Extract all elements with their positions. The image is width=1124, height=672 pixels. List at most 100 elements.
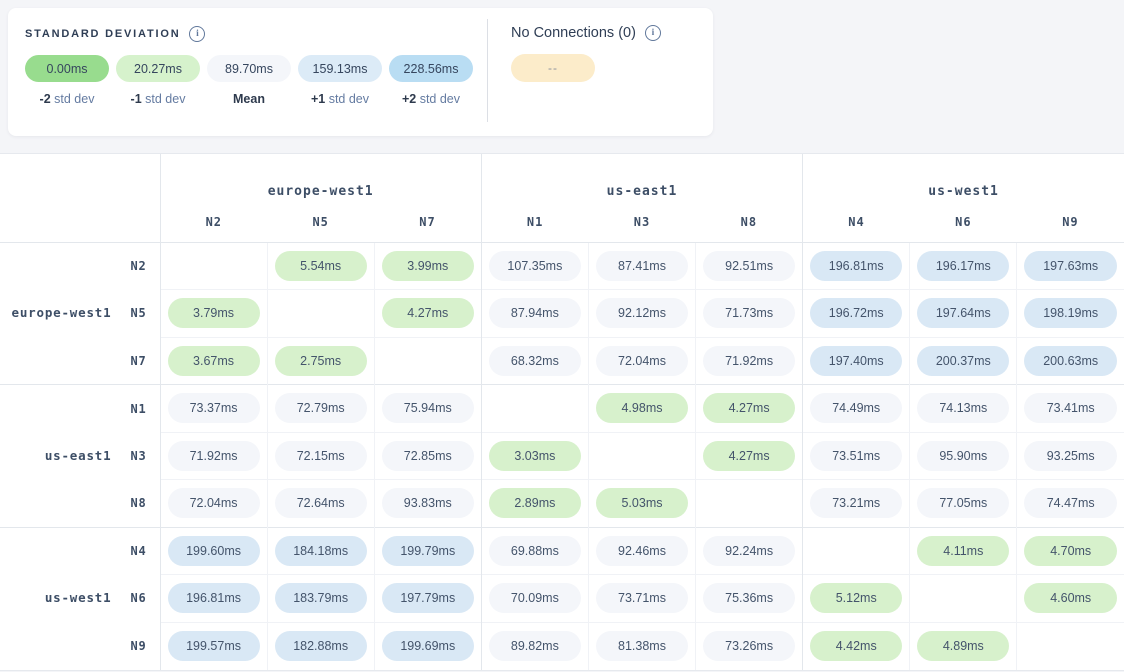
latency-pill[interactable]: 68.32ms (489, 346, 581, 376)
latency-pill[interactable]: 4.98ms (596, 393, 688, 423)
latency-pill[interactable]: 71.73ms (703, 298, 795, 328)
column-node-header: N9 (1017, 202, 1124, 242)
latency-pill[interactable]: 197.79ms (382, 583, 474, 613)
latency-pill[interactable]: 3.79ms (168, 298, 260, 328)
matrix-cell: 92.51ms (696, 242, 803, 290)
latency-pill[interactable]: 107.35ms (489, 251, 581, 281)
latency-pill[interactable]: 93.83ms (382, 488, 474, 518)
latency-pill[interactable]: 182.88ms (275, 631, 367, 661)
latency-pill[interactable]: 196.72ms (810, 298, 902, 328)
latency-pill[interactable]: 199.69ms (382, 631, 474, 661)
latency-pill[interactable]: 70.09ms (489, 583, 581, 613)
row-region-label: europe-west1 (12, 305, 112, 320)
matrix-cell: 197.64ms (910, 290, 1017, 338)
latency-pill[interactable]: 73.51ms (810, 441, 902, 471)
latency-pill[interactable]: 87.94ms (489, 298, 581, 328)
latency-pill[interactable]: 183.79ms (275, 583, 367, 613)
matrix-cell: 75.36ms (696, 575, 803, 623)
latency-pill[interactable]: 4.70ms (1024, 536, 1117, 566)
latency-pill[interactable]: 74.47ms (1024, 488, 1117, 518)
matrix-cell: 92.12ms (588, 290, 695, 338)
latency-pill[interactable]: 3.67ms (168, 346, 260, 376)
row-node-label: N6 (130, 591, 146, 605)
matrix-cell: 72.15ms (267, 432, 374, 480)
latency-pill[interactable]: 2.75ms (275, 346, 367, 376)
latency-pill[interactable]: 89.82ms (489, 631, 581, 661)
latency-pill[interactable]: 199.79ms (382, 536, 474, 566)
latency-pill[interactable]: 75.36ms (703, 583, 795, 613)
latency-pill[interactable]: 4.11ms (917, 536, 1009, 566)
latency-pill[interactable]: 200.63ms (1024, 346, 1117, 376)
latency-pill[interactable]: 72.15ms (275, 441, 367, 471)
latency-pill[interactable]: 73.21ms (810, 488, 902, 518)
latency-pill[interactable]: 87.41ms (596, 251, 688, 281)
matrix-cell: 74.13ms (910, 385, 1017, 433)
latency-pill[interactable]: 92.24ms (703, 536, 795, 566)
latency-pill[interactable]: 4.27ms (703, 393, 795, 423)
latency-pill[interactable]: 5.03ms (596, 488, 688, 518)
latency-pill[interactable]: 71.92ms (168, 441, 260, 471)
latency-pill[interactable]: 2.89ms (489, 488, 581, 518)
latency-pill[interactable]: 92.46ms (596, 536, 688, 566)
latency-pill[interactable]: 4.27ms (703, 441, 795, 471)
column-node-header: N6 (910, 202, 1017, 242)
latency-pill[interactable]: 200.37ms (917, 346, 1009, 376)
matrix-cell: 3.03ms (481, 432, 588, 480)
latency-pill[interactable]: 5.12ms (810, 583, 902, 613)
latency-pill[interactable]: 81.38ms (596, 631, 688, 661)
matrix-cell: 89.82ms (481, 622, 588, 670)
latency-pill[interactable]: 72.04ms (168, 488, 260, 518)
row-node-label: N4 (130, 544, 146, 558)
latency-pill[interactable]: 74.49ms (810, 393, 902, 423)
latency-pill[interactable]: 4.42ms (810, 631, 902, 661)
latency-pill[interactable]: 4.89ms (917, 631, 1009, 661)
latency-pill[interactable]: 73.71ms (596, 583, 688, 613)
latency-pill[interactable]: 4.60ms (1024, 583, 1117, 613)
latency-pill[interactable]: 71.92ms (703, 346, 795, 376)
latency-pill[interactable]: 3.99ms (382, 251, 474, 281)
latency-pill[interactable]: 72.85ms (382, 441, 474, 471)
self-cell (1017, 622, 1124, 670)
info-icon[interactable]: i (645, 25, 661, 41)
latency-pill[interactable]: 198.19ms (1024, 298, 1117, 328)
info-icon[interactable]: i (189, 26, 205, 42)
latency-pill[interactable]: 199.57ms (168, 631, 260, 661)
matrix-cell: 197.63ms (1017, 242, 1124, 290)
latency-pill[interactable]: 92.51ms (703, 251, 795, 281)
latency-pill[interactable]: 3.03ms (489, 441, 581, 471)
no-connections-label: No Connections (0) (511, 25, 636, 41)
latency-pill[interactable]: 72.79ms (275, 393, 367, 423)
latency-pill[interactable]: 74.13ms (917, 393, 1009, 423)
latency-pill[interactable]: 77.05ms (917, 488, 1009, 518)
latency-pill[interactable]: 92.12ms (596, 298, 688, 328)
latency-pill[interactable]: 73.41ms (1024, 393, 1117, 423)
matrix-cell: 72.64ms (267, 480, 374, 528)
latency-pill[interactable]: 73.26ms (703, 631, 795, 661)
latency-pill[interactable]: 196.81ms (810, 251, 902, 281)
latency-pill[interactable]: 196.17ms (917, 251, 1009, 281)
latency-pill[interactable]: 4.27ms (382, 298, 474, 328)
row-region-label: us-west1 (45, 590, 112, 605)
latency-pill[interactable]: 72.04ms (596, 346, 688, 376)
latency-pill[interactable]: 197.63ms (1024, 251, 1117, 281)
latency-pill[interactable]: 75.94ms (382, 393, 474, 423)
row-header: N1 (0, 385, 160, 433)
self-cell (374, 337, 481, 385)
latency-pill[interactable]: 72.64ms (275, 488, 367, 518)
matrix-cell: 107.35ms (481, 242, 588, 290)
legend-pill--1: 20.27ms (116, 55, 200, 82)
latency-pill[interactable]: 199.60ms (168, 536, 260, 566)
latency-pill[interactable]: 184.18ms (275, 536, 367, 566)
latency-pill[interactable]: 196.81ms (168, 583, 260, 613)
matrix-cell: 73.51ms (803, 432, 910, 480)
latency-pill[interactable]: 197.40ms (810, 346, 902, 376)
matrix-cell: 196.81ms (803, 242, 910, 290)
latency-pill[interactable]: 5.54ms (275, 251, 367, 281)
latency-pill[interactable]: 95.90ms (917, 441, 1009, 471)
latency-pill[interactable]: 93.25ms (1024, 441, 1117, 471)
matrix-cell: 68.32ms (481, 337, 588, 385)
latency-pill[interactable]: 69.88ms (489, 536, 581, 566)
latency-pill[interactable]: 197.64ms (917, 298, 1009, 328)
matrix-cell: 87.41ms (588, 242, 695, 290)
latency-pill[interactable]: 73.37ms (168, 393, 260, 423)
